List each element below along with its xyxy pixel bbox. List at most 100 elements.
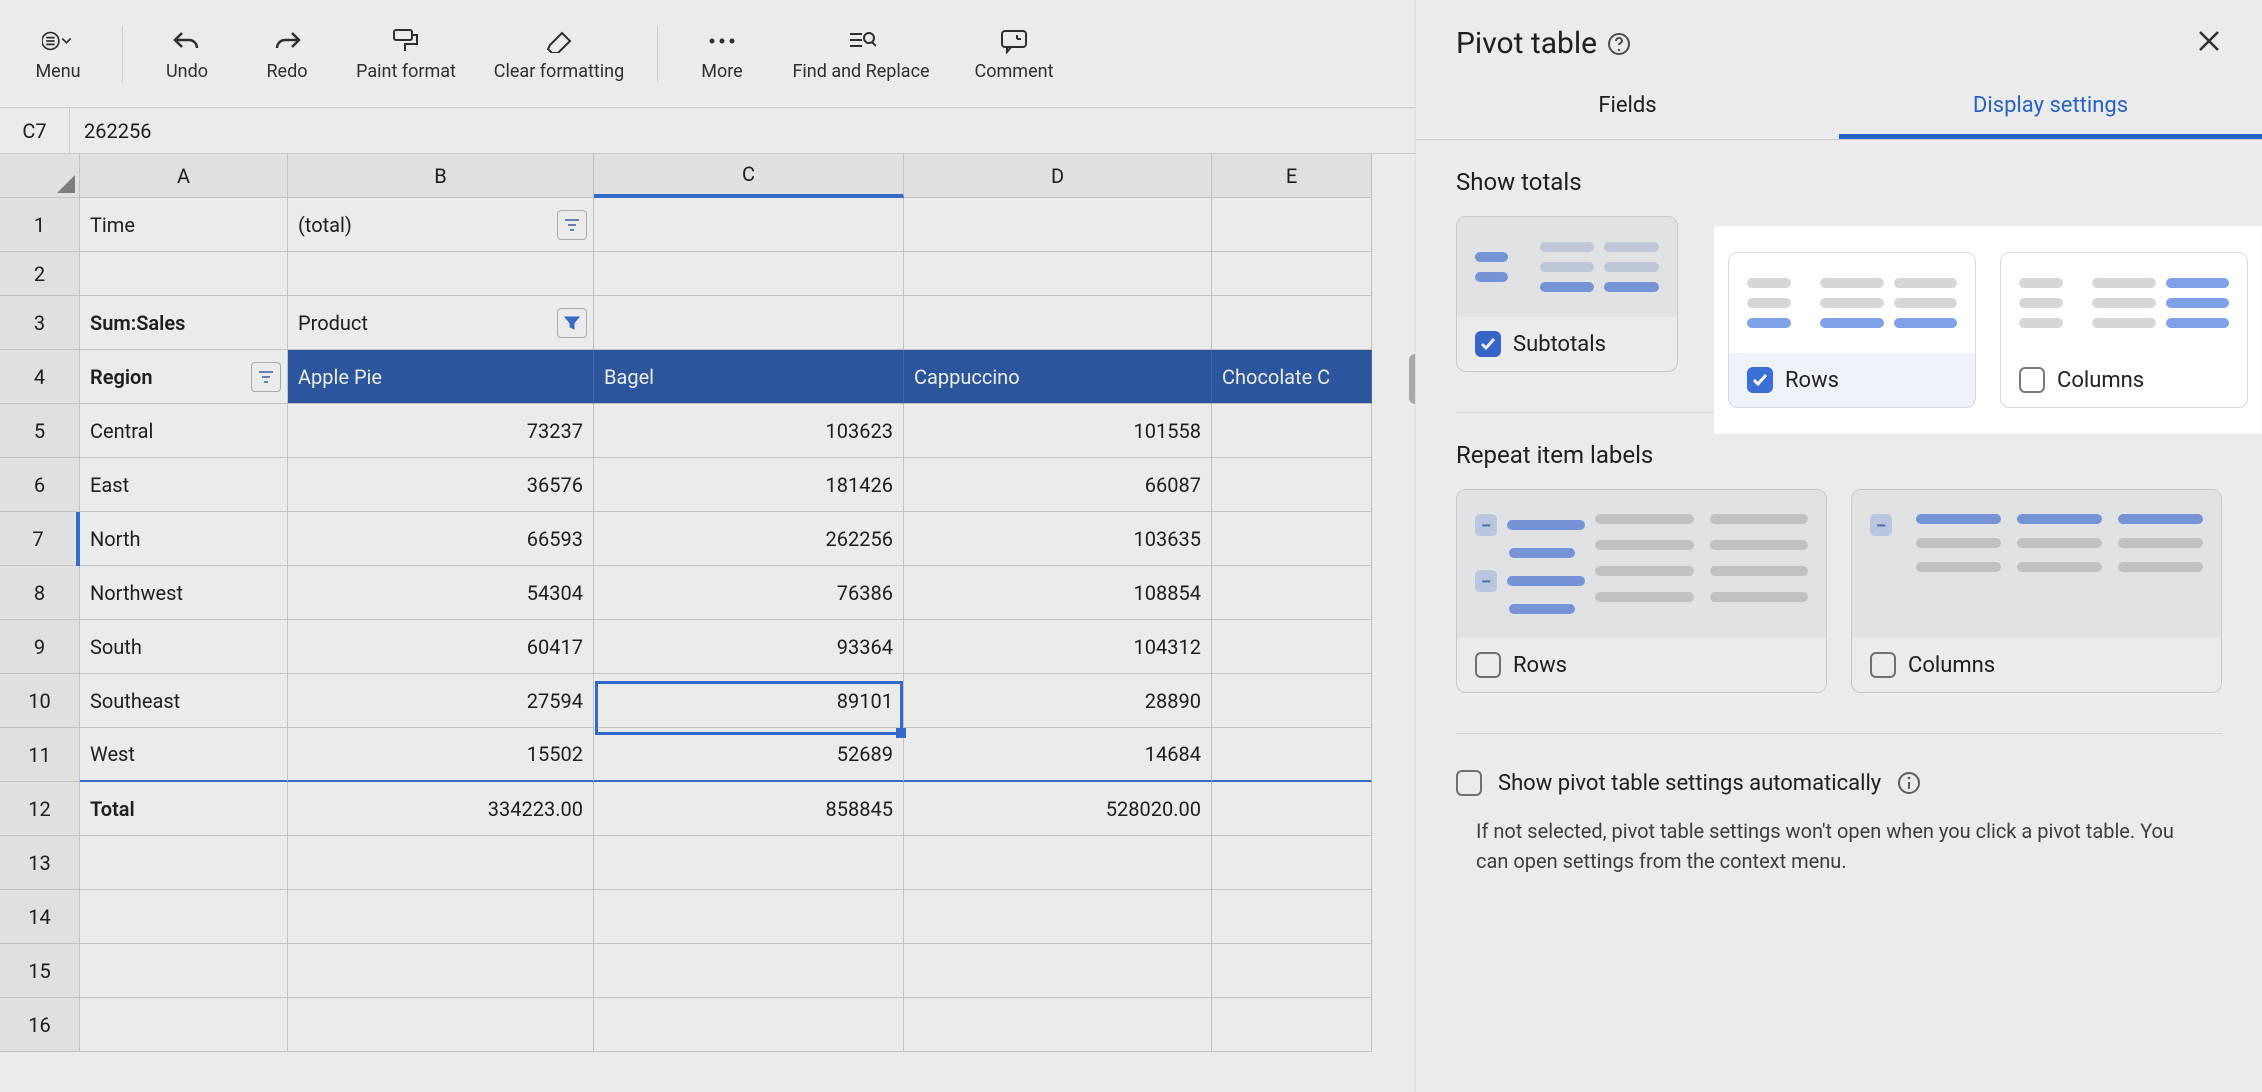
cell[interactable] [594, 944, 904, 998]
cell[interactable]: Sum:Sales [80, 296, 288, 350]
row-header[interactable]: 4 [0, 350, 80, 404]
cell[interactable] [904, 252, 1212, 296]
cell[interactable]: Chocolate C [1212, 350, 1372, 404]
cell[interactable] [288, 252, 594, 296]
row-header[interactable]: 8 [0, 566, 80, 620]
cell[interactable]: 36576 [288, 458, 594, 512]
cell[interactable]: Apple Pie [288, 350, 594, 404]
cell[interactable]: 334223.00 [288, 782, 594, 836]
cell[interactable] [1212, 566, 1372, 620]
cell[interactable]: 858845 [594, 782, 904, 836]
paint-format-button[interactable]: Paint format [341, 0, 471, 107]
cell[interactable]: 108854 [904, 566, 1212, 620]
cell[interactable] [594, 252, 904, 296]
repeat-columns-card[interactable]: − Columns [1851, 489, 2222, 693]
formula-value[interactable]: 262256 [70, 119, 151, 143]
tab-fields[interactable]: Fields [1416, 77, 1839, 139]
help-circle-icon[interactable] [1607, 32, 1631, 56]
cell[interactable]: 103635 [904, 512, 1212, 566]
cell[interactable] [288, 944, 594, 998]
cell[interactable]: 15502 [288, 728, 594, 782]
repeat-columns-checkbox[interactable] [1870, 652, 1896, 678]
cell[interactable]: South [80, 620, 288, 674]
cell[interactable] [904, 998, 1212, 1052]
row-header[interactable]: 2 [0, 252, 80, 296]
cell[interactable]: Central [80, 404, 288, 458]
select-all-corner[interactable] [0, 154, 80, 198]
more-button[interactable]: More [676, 0, 768, 107]
cell[interactable] [904, 944, 1212, 998]
cell[interactable] [80, 998, 288, 1052]
redo-button[interactable]: Redo [241, 0, 333, 107]
cell[interactable]: 54304 [288, 566, 594, 620]
row-header[interactable]: 10 [0, 674, 80, 728]
cell[interactable]: East [80, 458, 288, 512]
cell[interactable] [1212, 998, 1372, 1052]
row-header[interactable]: 16 [0, 998, 80, 1052]
cell[interactable] [1212, 512, 1372, 566]
cell[interactable] [594, 296, 904, 350]
cell[interactable]: 89101 [594, 674, 904, 728]
repeat-rows-checkbox[interactable] [1475, 652, 1501, 678]
cell[interactable]: 93364 [594, 620, 904, 674]
cell[interactable]: Total [80, 782, 288, 836]
rows-totals-card[interactable]: Rows [1728, 252, 1976, 408]
cell[interactable] [594, 998, 904, 1052]
cell[interactable]: 104312 [904, 620, 1212, 674]
repeat-rows-card[interactable]: − − Rows [1456, 489, 1827, 693]
cell[interactable]: Time [80, 198, 288, 252]
row-header[interactable]: 3 [0, 296, 80, 350]
cell[interactable] [1212, 198, 1372, 252]
cell[interactable] [1212, 728, 1372, 782]
cell[interactable]: Cappuccino [904, 350, 1212, 404]
cell[interactable] [80, 944, 288, 998]
cell[interactable]: West [80, 728, 288, 782]
row-header[interactable]: 5 [0, 404, 80, 458]
cell[interactable]: 60417 [288, 620, 594, 674]
columns-totals-card[interactable]: Columns [2000, 252, 2248, 408]
cell[interactable] [904, 296, 1212, 350]
row-header[interactable]: 12 [0, 782, 80, 836]
cell[interactable]: Northwest [80, 566, 288, 620]
find-replace-button[interactable]: Find and Replace [776, 0, 946, 107]
cell[interactable] [288, 836, 594, 890]
cell[interactable]: Bagel [594, 350, 904, 404]
tab-display-settings[interactable]: Display settings [1839, 77, 2262, 139]
cell[interactable] [904, 198, 1212, 252]
cell[interactable]: Southeast [80, 674, 288, 728]
cell[interactable] [1212, 620, 1372, 674]
row-header[interactable]: 7 [0, 512, 80, 566]
cell[interactable]: 76386 [594, 566, 904, 620]
row-header[interactable]: 14 [0, 890, 80, 944]
filter-button[interactable] [251, 362, 281, 392]
undo-button[interactable]: Undo [141, 0, 233, 107]
cell[interactable] [80, 836, 288, 890]
cell[interactable] [1212, 782, 1372, 836]
row-header[interactable]: 6 [0, 458, 80, 512]
auto-show-checkbox[interactable] [1456, 770, 1482, 796]
cell[interactable] [594, 890, 904, 944]
col-header-a[interactable]: A [80, 154, 288, 198]
subtotals-card[interactable]: Subtotals [1456, 216, 1678, 372]
cell[interactable] [288, 998, 594, 1052]
menu-button[interactable]: Menu [12, 0, 104, 107]
col-header-e[interactable]: E [1212, 154, 1372, 198]
cell[interactable] [1212, 836, 1372, 890]
cell[interactable] [1212, 944, 1372, 998]
cell[interactable] [904, 890, 1212, 944]
cell[interactable]: 528020.00 [904, 782, 1212, 836]
cell[interactable]: Product [288, 296, 594, 350]
row-header[interactable]: 13 [0, 836, 80, 890]
cell[interactable] [288, 890, 594, 944]
row-header[interactable]: 11 [0, 728, 80, 782]
cell[interactable]: 103623 [594, 404, 904, 458]
col-header-c[interactable]: C [594, 154, 904, 198]
cell-reference-box[interactable]: C7 [0, 108, 70, 153]
filter-button[interactable] [557, 210, 587, 240]
rows-totals-checkbox[interactable] [1747, 367, 1773, 393]
cell[interactable] [1212, 252, 1372, 296]
clear-formatting-button[interactable]: Clear formatting [479, 0, 639, 107]
cell[interactable] [1212, 404, 1372, 458]
col-header-b[interactable]: B [288, 154, 594, 198]
cell[interactable]: North [80, 512, 288, 566]
